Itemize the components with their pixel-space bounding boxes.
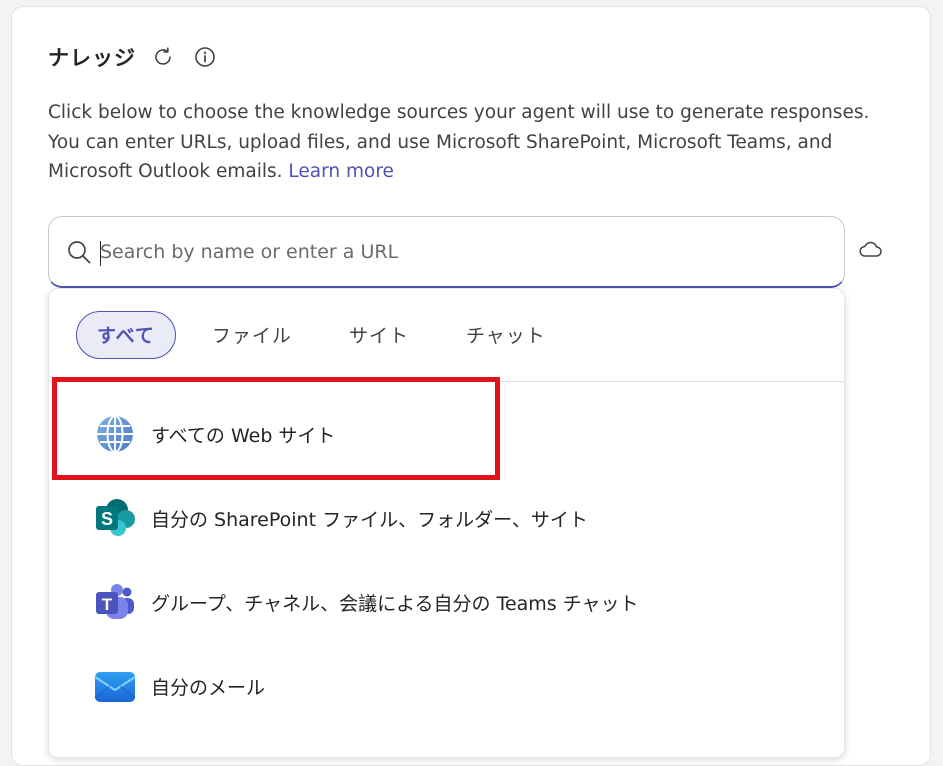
- highlight-annotation-box: [52, 377, 500, 480]
- tab-all[interactable]: すべて: [76, 311, 176, 359]
- tab-sites[interactable]: サイト: [328, 311, 430, 359]
- option-label: 自分のメール: [151, 676, 266, 699]
- tab-chats[interactable]: チャット: [445, 311, 567, 359]
- search-icon: [66, 239, 92, 269]
- source-filter-tabs: すべて ファイル サイト チャット: [76, 311, 582, 359]
- option-email[interactable]: 自分のメール: [93, 663, 265, 709]
- knowledge-header: ナレッジ: [48, 40, 218, 74]
- refresh-icon[interactable]: [150, 44, 176, 70]
- tab-files[interactable]: ファイル: [191, 311, 313, 359]
- option-sharepoint[interactable]: S 自分の SharePoint ファイル、フォルダー、サイト: [93, 495, 588, 541]
- option-teams[interactable]: T グループ、チャネル、会議による自分の Teams チャット: [93, 579, 639, 625]
- sharepoint-icon: S: [93, 496, 137, 540]
- option-label: グループ、チャネル、会議による自分の Teams チャット: [151, 592, 639, 615]
- text-cursor: [100, 241, 101, 266]
- teams-icon: T: [93, 580, 137, 624]
- knowledge-search-box[interactable]: [48, 216, 845, 288]
- svg-text:S: S: [101, 509, 113, 529]
- search-input[interactable]: [100, 235, 800, 269]
- source-dropdown: すべて ファイル サイト チャット すべての Web サイト S 自分の Sha…: [48, 288, 845, 758]
- cloud-icon[interactable]: [857, 239, 883, 265]
- outlook-mail-icon: [93, 664, 137, 708]
- page-title: ナレッジ: [48, 46, 136, 70]
- option-label: 自分の SharePoint ファイル、フォルダー、サイト: [151, 508, 588, 531]
- info-icon[interactable]: [192, 44, 218, 70]
- description-text: Click below to choose the knowledge sour…: [48, 102, 870, 182]
- svg-text:T: T: [102, 595, 113, 614]
- knowledge-description: Click below to choose the knowledge sour…: [48, 98, 888, 187]
- learn-more-link[interactable]: Learn more: [288, 161, 394, 182]
